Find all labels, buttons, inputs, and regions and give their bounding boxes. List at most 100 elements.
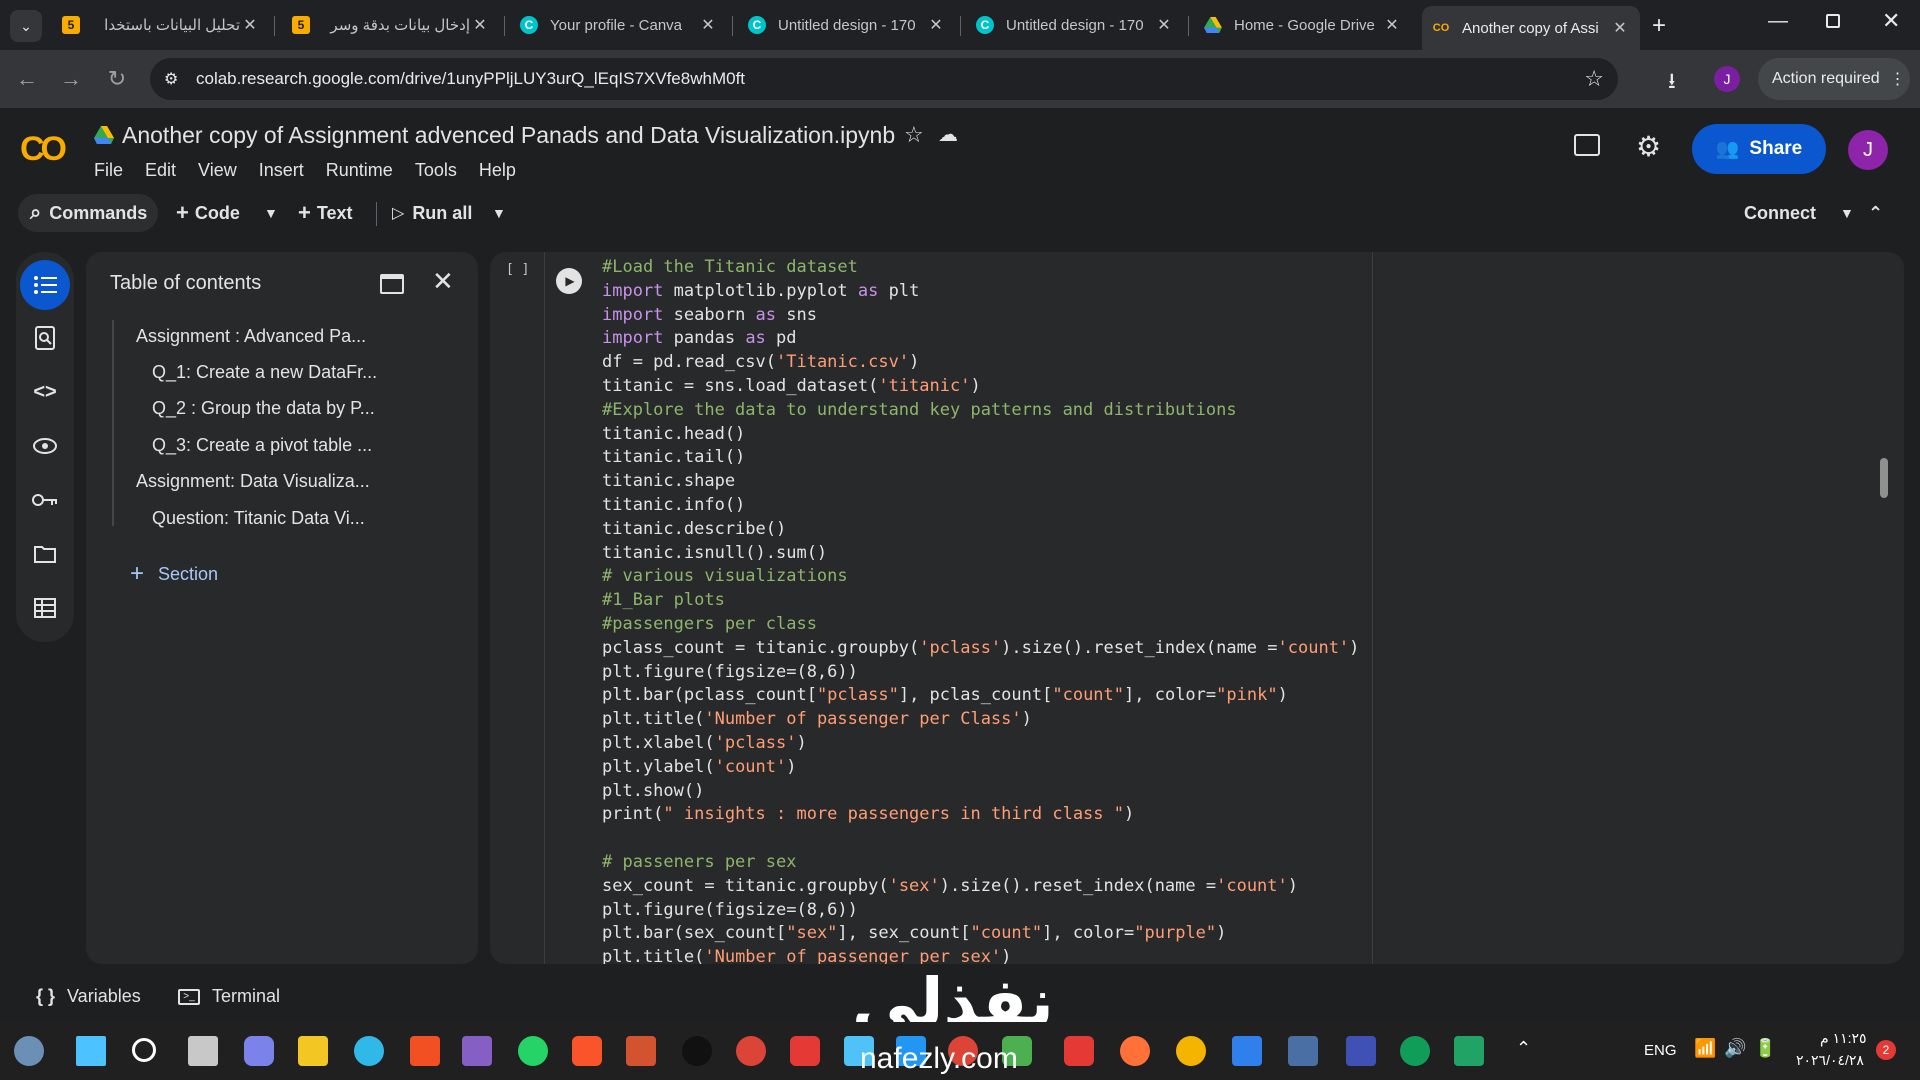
run-all-button[interactable]: ▷ Run all	[392, 194, 472, 232]
new-tab-button[interactable]: +	[1652, 12, 1666, 40]
comments-icon[interactable]	[1574, 134, 1600, 156]
tiktok-icon[interactable]	[682, 1036, 712, 1066]
acrobat-icon[interactable]	[1064, 1036, 1094, 1066]
variables-inspector-icon[interactable]	[25, 426, 65, 466]
snipping-tool-icon[interactable]	[1288, 1036, 1318, 1066]
reload-button[interactable]: ↻	[102, 64, 132, 94]
find-icon[interactable]	[25, 318, 65, 358]
star-icon[interactable]: ☆	[904, 122, 924, 148]
back-button[interactable]: ←	[12, 64, 42, 94]
widgets-icon[interactable]	[14, 1036, 44, 1066]
show-hidden-icons[interactable]: ⌃	[1516, 1038, 1531, 1059]
browser-tab[interactable]: CO Another copy of Assi ✕	[1422, 6, 1640, 50]
clock-time[interactable]: ١١:٢٥ م	[1820, 1030, 1867, 1047]
microsoft-store-icon[interactable]	[410, 1036, 440, 1066]
bookmark-star-icon[interactable]: ☆	[1584, 66, 1604, 92]
tab-close-icon[interactable]: ✕	[1154, 15, 1174, 35]
close-window-button[interactable]: ✕	[1882, 8, 1900, 34]
address-bar[interactable]: ⚙ colab.research.google.com/drive/1unyPP…	[150, 58, 1618, 100]
menu-edit[interactable]: Edit	[145, 160, 176, 181]
whatsapp-icon[interactable]	[518, 1036, 548, 1066]
visual-studio-icon[interactable]	[462, 1036, 492, 1066]
notification-badge[interactable]: 2	[1876, 1040, 1896, 1060]
variables-button[interactable]: { } Variables	[36, 986, 141, 1007]
browser-profile-avatar[interactable]: J	[1714, 66, 1740, 92]
cloud-saved-icon[interactable]: ☁	[938, 122, 958, 147]
account-avatar[interactable]: J	[1848, 130, 1888, 170]
menu-file[interactable]: File	[94, 160, 123, 181]
teams-icon[interactable]	[244, 1036, 274, 1066]
browser-tab[interactable]: C Untitled design - 170 ✕	[738, 8, 956, 42]
toc-item[interactable]: Q_3: Create a pivot table ...	[152, 435, 372, 456]
file-explorer-icon[interactable]	[298, 1036, 328, 1066]
menu-view[interactable]: View	[198, 160, 237, 181]
browser-tab[interactable]: C Untitled design - 170 ✕	[966, 8, 1184, 42]
collapse-header-icon[interactable]: ⌃	[1868, 194, 1883, 232]
commands-button[interactable]: ⌕ Commands	[18, 194, 158, 232]
add-code-button[interactable]: + Code	[176, 194, 240, 232]
excel-icon[interactable]	[1454, 1036, 1484, 1066]
vscode-icon[interactable]	[1232, 1036, 1262, 1066]
vpn-icon[interactable]	[1346, 1036, 1376, 1066]
wps-office-icon[interactable]	[790, 1036, 820, 1066]
browser-tab[interactable]: C Your profile - Canva ✕	[510, 8, 728, 42]
settings-gear-icon[interactable]: ⚙	[1636, 130, 1661, 163]
tab-close-icon[interactable]: ✕	[1382, 15, 1402, 35]
taskbar-search-icon[interactable]	[132, 1038, 156, 1062]
edge-icon[interactable]	[354, 1036, 384, 1066]
open-in-tab-icon[interactable]	[380, 274, 404, 294]
firefox-icon[interactable]	[1120, 1036, 1150, 1066]
forward-button[interactable]: →	[56, 64, 86, 94]
colab-logo[interactable]: CO	[20, 130, 67, 169]
secrets-key-icon[interactable]	[25, 480, 65, 520]
menu-insert[interactable]: Insert	[259, 160, 304, 181]
action-required-button[interactable]: Action required ⋮	[1758, 58, 1910, 100]
windows-start-icon[interactable]	[76, 1036, 106, 1066]
task-view-icon[interactable]	[188, 1036, 218, 1066]
url-text[interactable]: colab.research.google.com/drive/1unyPPlj…	[196, 69, 745, 89]
toc-icon[interactable]	[20, 260, 70, 310]
tab-close-icon[interactable]: ✕	[698, 15, 718, 35]
share-button[interactable]: 👥 Share	[1692, 124, 1826, 174]
tab-close-icon[interactable]: ✕	[926, 15, 946, 35]
add-section-button[interactable]: + Section	[130, 560, 218, 588]
chrome-icon[interactable]	[736, 1036, 766, 1066]
toc-item[interactable]: Q_1: Create a new DataFr...	[152, 362, 377, 383]
close-icon[interactable]: ✕	[432, 266, 454, 297]
toc-item[interactable]: Assignment : Advanced Pa...	[136, 326, 366, 347]
run-cell-button[interactable]: ▶	[556, 268, 582, 294]
site-info-icon[interactable]: ⚙	[164, 69, 178, 89]
volume-icon[interactable]: 🔊	[1724, 1038, 1746, 1059]
toc-item[interactable]: Q_2 : Group the data by P...	[152, 398, 375, 419]
tab-close-icon[interactable]: ✕	[1610, 18, 1630, 38]
notebook-title[interactable]: Another copy of Assignment advenced Pana…	[122, 122, 895, 149]
toc-item[interactable]: Assignment: Data Visualiza...	[136, 471, 370, 492]
tab-search-button[interactable]: ⌄	[10, 10, 42, 42]
code-dropdown-icon[interactable]: ▼	[264, 194, 278, 232]
data-table-icon[interactable]	[25, 588, 65, 628]
restore-button[interactable]	[1826, 14, 1840, 28]
chrome-canary-icon[interactable]	[1176, 1036, 1206, 1066]
menu-help[interactable]: Help	[479, 160, 516, 181]
download-icon[interactable]: ⭳	[1668, 64, 1676, 102]
browser-tab[interactable]: 5 تحليل البيانات باستخدا ✕	[52, 8, 270, 42]
chrome-profile-2-icon[interactable]	[1400, 1036, 1430, 1066]
code-editor[interactable]: #Load the Titanic dataset import matplotl…	[602, 256, 1402, 964]
run-all-dropdown-icon[interactable]: ▼	[492, 194, 506, 232]
minimize-button[interactable]: —	[1768, 10, 1788, 33]
clock-date[interactable]: ٢٠٢٦/٠٤/٢٨	[1796, 1052, 1864, 1069]
menu-tools[interactable]: Tools	[415, 160, 457, 181]
scrollbar-thumb[interactable]	[1880, 458, 1888, 498]
tab-close-icon[interactable]: ✕	[470, 15, 490, 35]
powerpoint-icon[interactable]	[626, 1036, 656, 1066]
terminal-button[interactable]: >_ Terminal	[178, 986, 280, 1007]
battery-icon[interactable]: 🔋	[1754, 1038, 1776, 1059]
add-text-button[interactable]: + Text	[298, 194, 353, 232]
brave-icon[interactable]	[572, 1036, 602, 1066]
browser-tab[interactable]: 5 إدخال بيانات بدقة وسر ✕	[282, 8, 500, 42]
browser-tab[interactable]: Home - Google Drive ✕	[1194, 8, 1412, 42]
tab-close-icon[interactable]: ✕	[240, 15, 260, 35]
wifi-icon[interactable]: 📶	[1694, 1038, 1716, 1059]
code-snippets-icon[interactable]: <>	[25, 372, 65, 412]
language-indicator[interactable]: ENG	[1644, 1042, 1677, 1059]
